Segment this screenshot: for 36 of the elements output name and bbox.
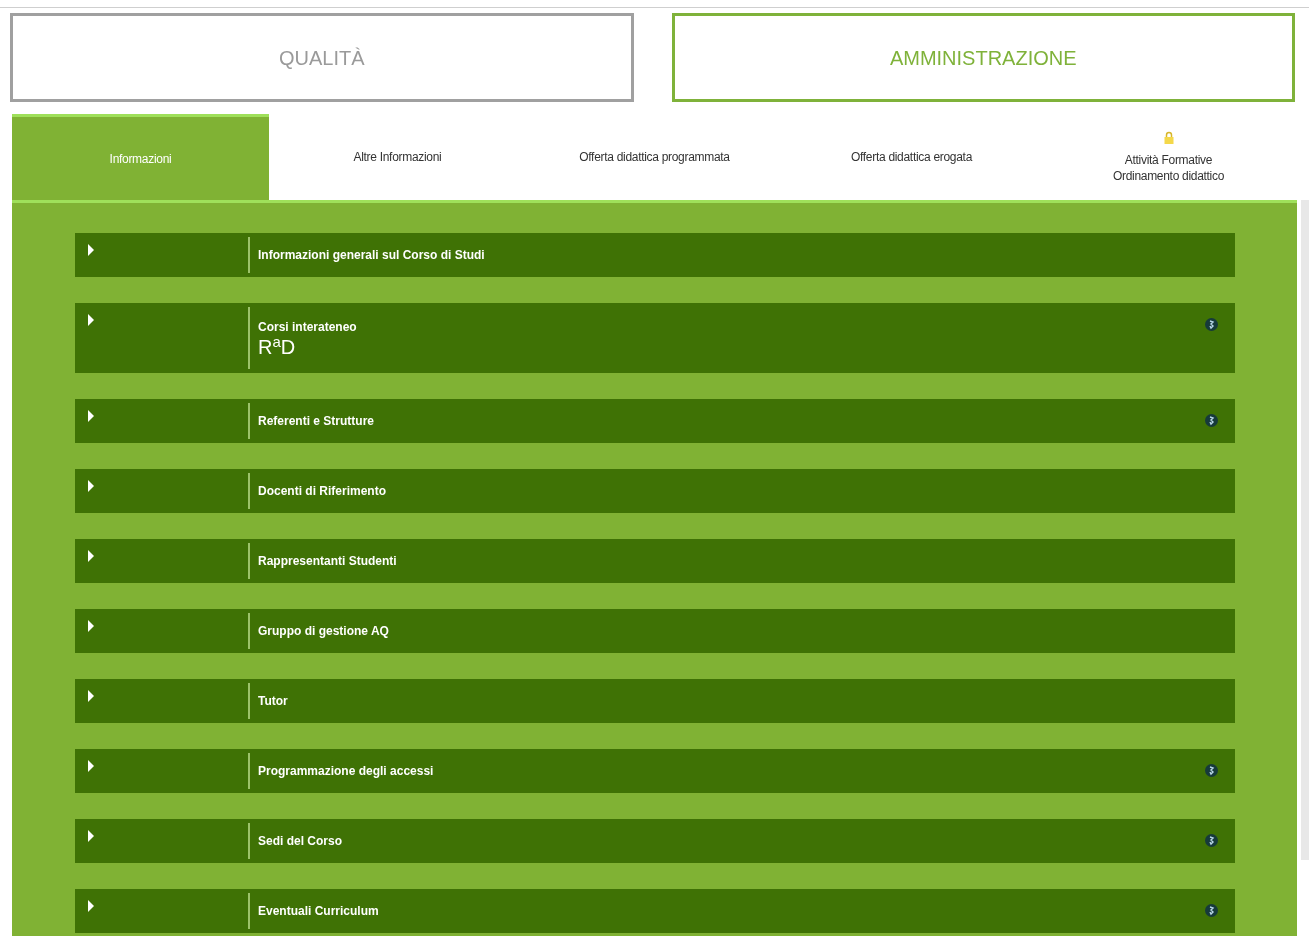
caret-right-icon (87, 690, 95, 702)
caret-right-icon (87, 620, 95, 632)
row-title: Informazioni generali sul Corso di Studi (258, 247, 486, 264)
caret-right-icon (87, 314, 95, 326)
accordion-row[interactable]: Informazioni generali sul Corso di Studi (75, 233, 1235, 277)
globe-icon (1205, 414, 1218, 427)
caret-right-icon (87, 830, 95, 842)
globe-icon (1205, 834, 1218, 847)
caret-right-icon (87, 900, 95, 912)
accordion-row[interactable]: Docenti di Riferimento (75, 469, 1235, 513)
caret-right-icon (87, 760, 95, 772)
globe-icon (1205, 904, 1218, 917)
accordion-row[interactable]: Gruppo di gestione AQ (75, 609, 1235, 653)
logo-text: R$^{a}$D (258, 336, 297, 358)
accordion-row[interactable]: Referenti e Strutture (75, 399, 1235, 443)
accordion-row[interactable]: Tutor (75, 679, 1235, 723)
caret-right-icon (87, 550, 95, 562)
row-title: Docenti di Riferimento (258, 483, 387, 500)
row-title: Rappresentanti Studenti (258, 553, 398, 570)
row-title: Corsi interateneo (258, 319, 358, 336)
caret-right-icon (87, 480, 95, 492)
accordion-row[interactable]: Programmazione degli accessi (75, 749, 1235, 793)
caret-right-icon (87, 410, 95, 422)
accordion-row[interactable]: Corsi interateneo R$^{a}$D (75, 303, 1235, 373)
caret-right-icon (87, 244, 95, 256)
row-title: Gruppo di gestione AQ (258, 623, 390, 640)
row-title: Tutor (258, 693, 289, 710)
globe-icon (1205, 764, 1218, 777)
row-title: Referenti e Strutture (258, 413, 376, 430)
row-title: Eventuali Curriculum (258, 903, 380, 920)
row-title: Programmazione degli accessi (258, 763, 435, 780)
row-title: Sedi del Corso (258, 833, 344, 850)
accordion-row[interactable]: Rappresentanti Studenti (75, 539, 1235, 583)
accordion-row[interactable]: Eventuali Curriculum (75, 889, 1235, 933)
accordion-row[interactable]: Sedi del Corso (75, 819, 1235, 863)
globe-icon (1205, 318, 1218, 331)
